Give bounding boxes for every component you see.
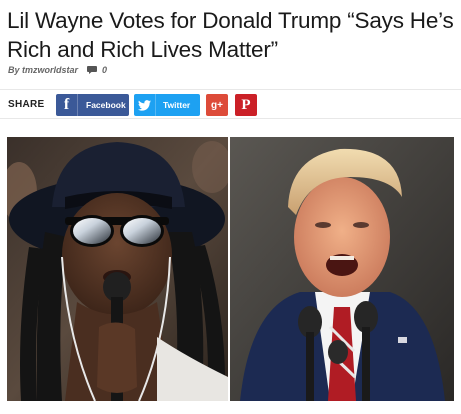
facebook-label: Facebook — [86, 100, 126, 110]
google-plus-icon: g+ — [211, 99, 223, 111]
share-bar: SHARE f Facebook Twitter g+ P — [0, 89, 461, 119]
facebook-share-button[interactable]: f Facebook — [56, 94, 129, 116]
byline-prefix: By — [8, 65, 20, 75]
byline[interactable]: By tmzworldstar — [8, 65, 78, 75]
twitter-label: Twitter — [163, 100, 191, 110]
pinterest-share-button[interactable]: P — [235, 94, 257, 116]
comments-link[interactable]: 0 — [87, 65, 107, 75]
twitter-bird-icon — [134, 94, 156, 116]
article-title: Lil Wayne Votes for Donald Trump “Says H… — [7, 8, 454, 62]
donald-trump-photo — [230, 137, 454, 401]
google-plus-share-button[interactable]: g+ — [206, 94, 228, 116]
lil-wayne-photo — [7, 137, 228, 401]
author-name[interactable]: tmzworldstar — [22, 65, 78, 75]
facebook-icon: f — [56, 94, 78, 116]
pinterest-icon: P — [241, 96, 251, 113]
twitter-share-button[interactable]: Twitter — [134, 94, 200, 116]
article-meta: By tmzworldstar 0 — [8, 64, 107, 76]
share-label: SHARE — [8, 99, 45, 110]
comment-count: 0 — [102, 65, 108, 75]
comment-icon — [87, 66, 98, 74]
